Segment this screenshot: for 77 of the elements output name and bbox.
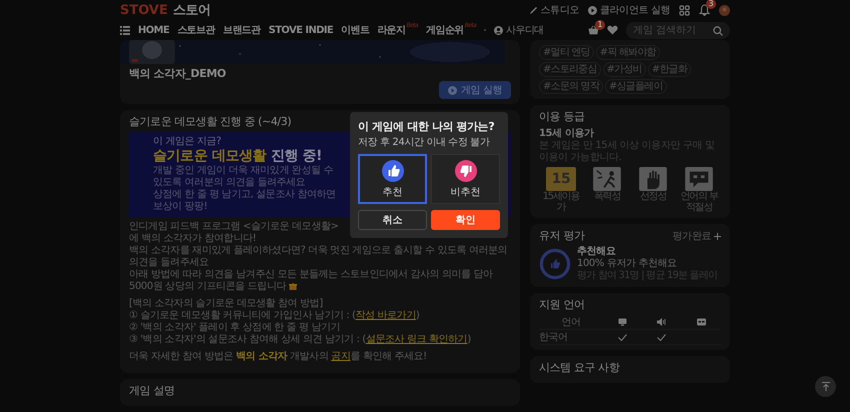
section-title: 유저 평가 — [539, 229, 584, 243]
banner-kicker: 이 게임은 지금? — [153, 136, 222, 148]
user-menu[interactable]: 사우디대 — [494, 23, 544, 37]
paragraph: ① 슬기로운 데모생활 커뮤니티에 가입인사 남기기 : (작성 바로가기) — [129, 310, 420, 322]
nav-link[interactable]: 브랜드관 — [222, 23, 260, 37]
link[interactable]: 작성 바로가기 — [356, 310, 416, 321]
paragraph: [백의 소각자의 슬기로운 데모생활 참여 방법] — [129, 298, 324, 310]
scroll-top-button[interactable] — [815, 376, 836, 397]
user-icon — [494, 26, 504, 34]
rating-label: 15세 이용가 — [539, 127, 595, 140]
paragraph: 더욱 자세한 참여 방법은 백의 소각자 개발사의 공지를 확인해 주세요! — [129, 351, 428, 363]
raised-hand-icon — [638, 167, 668, 191]
review-summary: 100% 유저가 추천해요 — [577, 258, 678, 270]
link[interactable]: 공지 — [331, 351, 350, 362]
section-title: 지원 언어 — [539, 298, 586, 312]
cart-count: 1 — [595, 20, 605, 30]
section-title: 시스템 요구 사항 — [539, 361, 621, 375]
section-title: 이용 등급 — [539, 110, 586, 124]
running-figure-icon — [592, 167, 622, 191]
thumbs-up-icon — [382, 160, 404, 182]
rating-option[interactable]: 추천 — [358, 154, 427, 204]
rating-option[interactable]: 비추천 — [431, 154, 500, 204]
dialog-title: 이 게임에 대한 나의 평가는? — [358, 120, 496, 134]
rating-badge-label: 언어의 부적절성 — [679, 191, 720, 213]
gift-icon — [288, 282, 297, 290]
dialog-note: 저장 후 24시간 이내 수정 불가 — [358, 136, 491, 149]
apps-grid-icon[interactable] — [679, 4, 690, 16]
thumbs-up-ring-icon — [539, 248, 571, 280]
paragraph: 아래 방법에 따라 의견을 남겨주신 모든 분들께는 스토브인디에서 감사의 의미를 담아 5000원 상당의 기프티콘을 드립니다 — [129, 269, 494, 293]
confirm-button[interactable]: 확인 — [431, 210, 500, 230]
play-button[interactable]: 게임 실행 — [438, 81, 511, 99]
nav-link[interactable]: STOVE INDIE — [268, 24, 334, 36]
banner-headline: 슬기로운 데모생활 진행 중! — [153, 148, 324, 165]
speech-bubble-icon — [684, 167, 714, 191]
notification-count: 3 — [706, 0, 716, 9]
nav-link[interactable]: 이벤트 — [341, 23, 370, 37]
age-rating-badge: 15 — [546, 167, 576, 191]
paragraph: ② '백의 소각자' 플레이 후 상점에 한 줄 평 남기기 — [129, 322, 342, 334]
banner-text: 상점에 한 줄 평 남기고, 설문조사 참여하면 보상이 팡팡! — [153, 189, 337, 213]
paragraph: 인디게임 피드백 프로그램 <슬기로운 데모생활>에 백의 소각자가 참여합니다! — [129, 221, 340, 245]
rating-badge-label: 선정성 — [640, 191, 666, 202]
heart-icon[interactable] — [607, 25, 618, 35]
paragraph: 백의 소각자를 재미있게 플레이하셨다면? 더욱 멋진 게임으로 출시할 수 있도록 여러분의 의견을 들려주세요 — [129, 245, 508, 269]
section-title: 슬기로운 데모생활 진행 중 (~4/3) — [129, 115, 292, 129]
rating-badge-label: 15세이용가 — [542, 191, 581, 213]
arrow-up-icon — [822, 382, 830, 391]
link[interactable]: 설문조사 링크 확인하기 — [366, 334, 468, 345]
subtitles-icon — [696, 318, 706, 326]
menu-icon[interactable] — [120, 26, 130, 34]
column-header: 언어 — [560, 316, 582, 329]
play-circle-icon — [448, 86, 457, 94]
utility-link[interactable]: 스튜디오 — [528, 3, 580, 17]
section-title: 게임 설명 — [129, 384, 176, 398]
nav-link[interactable]: 스토브관 — [177, 23, 215, 37]
plus-icon — [714, 232, 721, 240]
basket-icon[interactable] — [588, 25, 599, 35]
store-logo[interactable]: 스토어 — [172, 1, 211, 19]
review-verdict: 추천해요 — [577, 246, 616, 258]
rating-badge-label: 폭력성 — [594, 191, 620, 202]
language-name: 한국어 — [539, 331, 569, 344]
banner-text: 개발 중인 게임이 더욱 재미있게 완성될 수 있도록 여러분의 의견을 들려주세요 — [153, 165, 334, 189]
cancel-button[interactable]: 취소 — [358, 210, 427, 230]
utility-link[interactable]: 클라이언트 실행 — [588, 3, 670, 17]
nav-link[interactable]: 라운지$^{Beta}$ — [377, 23, 418, 37]
nav-link[interactable]: HOME — [138, 24, 170, 36]
paragraph: ③ '백의 소각자'의 설문조사 참여해 상세 의견 남기기 : (설문조사 링크 확인하기) — [129, 334, 472, 346]
review-done-link[interactable]: 평가완료 — [672, 229, 721, 243]
play-circle-icon — [588, 6, 598, 14]
bell-icon[interactable] — [699, 4, 710, 16]
speaker-icon — [657, 318, 666, 326]
nav-link[interactable]: 게임순위$^{Beta}$ — [426, 23, 476, 37]
search-icon — [713, 26, 723, 36]
game-title: 백의 소각자_DEMO — [128, 66, 227, 81]
thumbs-down-icon — [454, 160, 476, 182]
avatar-icon[interactable] — [719, 4, 730, 16]
monitor-icon — [618, 318, 628, 326]
pen-icon — [528, 6, 538, 14]
